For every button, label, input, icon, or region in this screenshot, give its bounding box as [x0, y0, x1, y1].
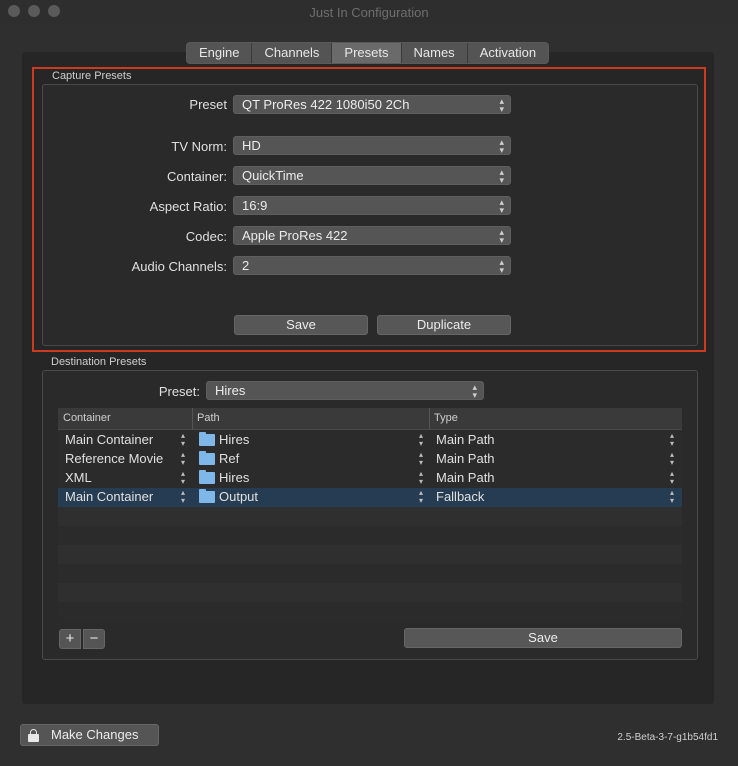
lock-icon [28, 729, 39, 742]
popup-arrows-icon: ▴ ▾ [670, 469, 675, 486]
empty-row [58, 583, 682, 602]
popup-arrows-icon: ▴ ▾ [181, 488, 186, 505]
row-path[interactable]: Hires [219, 470, 249, 485]
popup-arrows-icon: ▴ ▾ [419, 469, 424, 486]
column-header-path[interactable]: Path [197, 412, 220, 424]
version-label: 2.5-Beta-3-7-g1b54fd1 [617, 732, 718, 743]
folder-icon [199, 451, 215, 465]
remove-button[interactable]: − [83, 629, 105, 649]
table-row-selected[interactable]: Main Container ▴ ▾ Output ▴ ▾ Fallback ▴ ▾ [58, 488, 682, 507]
popup-arrows-icon: ▴ ▾ [670, 431, 675, 448]
row-path[interactable]: Ref [219, 451, 239, 466]
row-type[interactable]: Main Path [436, 451, 495, 466]
column-header-container[interactable]: Container [63, 412, 111, 424]
popup-arrows-icon: ▴ ▾ [181, 431, 186, 448]
empty-row [58, 602, 682, 621]
popup-arrows-icon: ▴ ▾ [419, 431, 424, 448]
row-type[interactable]: Fallback [436, 489, 484, 504]
table-row[interactable]: XML ▴ ▾ Hires ▴ ▾ Main Path ▴ ▾ [58, 469, 682, 488]
empty-row [58, 545, 682, 564]
popup-arrows-icon: ▴ ▾ [472, 382, 477, 400]
popup-arrows-icon: ▴ ▾ [670, 450, 675, 467]
destination-preset-value: Hires [215, 383, 246, 398]
table-header: Container Path Type [58, 408, 682, 430]
row-container[interactable]: Reference Movie [65, 451, 163, 466]
window-title: Just In Configuration [309, 5, 429, 20]
row-container[interactable]: Main Container [65, 432, 153, 447]
folder-icon [199, 432, 215, 446]
row-container[interactable]: Main Container [65, 489, 153, 504]
table-row[interactable]: Reference Movie ▴ ▾ Ref ▴ ▾ Main Path ▴ ▾ [58, 450, 682, 469]
table-row[interactable]: Main Container ▴ ▾ Hires ▴ ▾ Main Path ▴ ▾ [58, 431, 682, 450]
row-path[interactable]: Hires [219, 432, 249, 447]
make-changes-label: Make Changes [51, 727, 139, 742]
column-header-type[interactable]: Type [434, 412, 458, 424]
make-changes-button[interactable]: Make Changes [20, 724, 159, 746]
popup-arrows-icon: ▴ ▾ [670, 488, 675, 505]
folder-icon [199, 489, 215, 503]
popup-arrows-icon: ▴ ▾ [181, 469, 186, 486]
folder-icon [199, 470, 215, 484]
destination-preset-popup[interactable]: Hires ▴ ▾ [206, 381, 484, 400]
tab-bar: Engine Channels Presets Names Activation [186, 42, 550, 64]
column-divider [192, 408, 193, 429]
tab-activation[interactable]: Activation [466, 43, 549, 63]
row-path[interactable]: Output [219, 489, 258, 504]
row-container[interactable]: XML [65, 470, 92, 485]
popup-arrows-icon: ▴ ▾ [419, 450, 424, 467]
tab-channels[interactable]: Channels [251, 43, 332, 63]
destination-table: Container Path Type Main Container ▴ ▾ Hi… [58, 408, 682, 622]
destination-presets-label: Destination Presets [51, 356, 147, 368]
tab-engine[interactable]: Engine [187, 43, 252, 63]
tab-presets[interactable]: Presets [331, 43, 401, 63]
popup-arrows-icon: ▴ ▾ [419, 488, 424, 505]
row-type[interactable]: Main Path [436, 432, 495, 447]
tab-names[interactable]: Names [400, 43, 467, 63]
empty-row [58, 526, 682, 545]
highlight-box [32, 67, 706, 352]
column-divider [429, 408, 430, 429]
popup-arrows-icon: ▴ ▾ [181, 450, 186, 467]
empty-row [58, 564, 682, 583]
destination-preset-label: Preset: [158, 384, 200, 399]
destination-save-button[interactable]: Save [404, 628, 682, 648]
row-type[interactable]: Main Path [436, 470, 495, 485]
title-bar: Just In Configuration [0, 0, 738, 24]
add-button[interactable]: + [59, 629, 81, 649]
empty-row [58, 507, 682, 526]
